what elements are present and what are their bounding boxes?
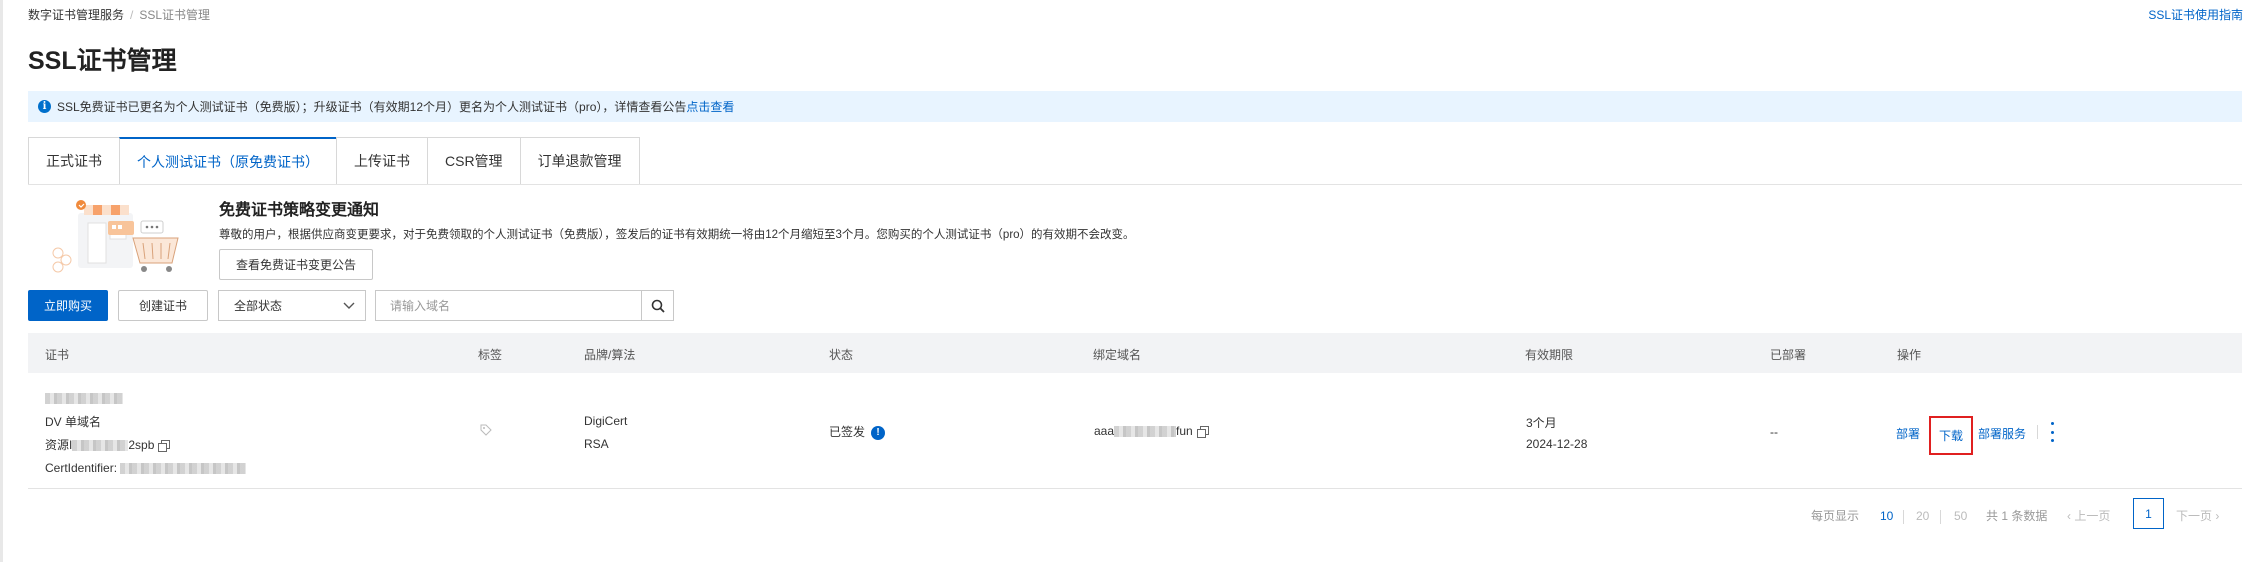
search-icon bbox=[651, 299, 665, 313]
chevron-down-icon bbox=[343, 302, 355, 309]
search-button[interactable] bbox=[641, 290, 674, 321]
page-title: SSL证书管理 bbox=[28, 47, 177, 75]
table-row-divider bbox=[28, 488, 2242, 489]
info-icon: i bbox=[38, 100, 51, 113]
deployed-count: -- bbox=[1770, 425, 1778, 439]
status-filter-value: 全部状态 bbox=[234, 299, 283, 313]
breadcrumb-parent[interactable]: 数字证书管理服务 bbox=[28, 8, 124, 22]
tab-formal-cert[interactable]: 正式证书 bbox=[28, 137, 119, 185]
expiry-date: 2024-12-28 bbox=[1526, 437, 1588, 451]
page-size-separator bbox=[1940, 510, 1941, 524]
cert-algorithm: RSA bbox=[584, 437, 609, 451]
column-header-status: 状态 bbox=[829, 348, 854, 362]
tab-upload-cert[interactable]: 上传证书 bbox=[336, 137, 427, 185]
create-cert-button[interactable]: 创建证书 bbox=[118, 290, 208, 321]
view-announcement-button[interactable]: 查看免费证书变更公告 bbox=[219, 249, 373, 280]
column-header-tag: 标签 bbox=[478, 348, 503, 362]
promo-description: 尊敬的用户，根据供应商变更要求，对于免费领取的个人测试证书（免费版），签发后的证… bbox=[219, 229, 1135, 241]
breadcrumb-current: SSL证书管理 bbox=[139, 8, 211, 22]
copy-domain-icon[interactable] bbox=[1196, 426, 1209, 439]
tab-personal-test-cert[interactable]: 个人测试证书（原免费证书） bbox=[119, 137, 336, 185]
breadcrumb-separator: / bbox=[130, 8, 134, 22]
download-link[interactable]: 下载 bbox=[1929, 416, 1973, 455]
cert-name-redacted bbox=[45, 393, 123, 404]
tab-bar: 正式证书 个人测试证书（原免费证书） 上传证书 CSR管理 订单退款管理 bbox=[28, 137, 640, 185]
prev-page-button[interactable]: ‹ 上一页 bbox=[2067, 507, 2110, 524]
column-header-actions: 操作 bbox=[1897, 348, 1922, 362]
chevron-right-icon: › bbox=[2215, 509, 2220, 523]
cert-brand: DigiCert bbox=[584, 414, 628, 428]
more-actions-icon[interactable] bbox=[2049, 422, 2055, 442]
status-info-icon[interactable]: ! bbox=[871, 425, 886, 440]
cert-resource-id: 资源I 2spb bbox=[45, 436, 171, 453]
action-separator bbox=[2037, 425, 2038, 439]
current-page-button[interactable]: 1 bbox=[2133, 498, 2164, 529]
page-size-separator bbox=[1903, 510, 1904, 524]
tag-icon[interactable] bbox=[480, 424, 492, 436]
column-header-domain: 绑定域名 bbox=[1093, 348, 1142, 362]
status-filter-select[interactable]: 全部状态 bbox=[218, 290, 366, 321]
per-page-label: 每页显示 bbox=[1811, 509, 1860, 523]
page-size-50[interactable]: 50 bbox=[1954, 509, 1967, 523]
copy-icon[interactable] bbox=[158, 440, 171, 453]
chevron-left-icon: ‹ bbox=[2067, 509, 2071, 523]
cert-type: DV 单域名 bbox=[45, 415, 102, 429]
deploy-service-link[interactable]: 部署服务 bbox=[1978, 425, 2026, 442]
notice-link[interactable]: 点击查看 bbox=[686, 98, 734, 115]
column-header-cert: 证书 bbox=[45, 348, 70, 362]
notice-banner: i SSL免费证书已更名为个人测试证书（免费版）；升级证书（有效期12个月）更名… bbox=[28, 91, 2242, 122]
store-illustration bbox=[52, 200, 179, 273]
bound-domain: aaa fun bbox=[1094, 424, 1209, 439]
help-guide-link[interactable]: SSL证书使用指南 bbox=[2148, 6, 2243, 23]
column-header-brand: 品牌/算法 bbox=[584, 348, 636, 362]
buy-now-button[interactable]: 立即购买 bbox=[28, 290, 108, 321]
validity-period: 3个月 bbox=[1526, 416, 1557, 430]
table-header: 证书 标签 品牌/算法 状态 绑定域名 有效期限 已部署 操作 bbox=[28, 333, 2242, 373]
page-left-rule bbox=[0, 0, 3, 562]
next-page-button[interactable]: 下一页 › bbox=[2176, 507, 2219, 524]
column-header-deployed: 已部署 bbox=[1770, 348, 1807, 362]
breadcrumb: 数字证书管理服务 / SSL证书管理 bbox=[28, 6, 210, 23]
total-count: 共 1 条数据 bbox=[1986, 509, 2048, 523]
page-size-10[interactable]: 10 bbox=[1880, 509, 1893, 523]
tab-refund-management[interactable]: 订单退款管理 bbox=[519, 137, 640, 185]
tab-csr-management[interactable]: CSR管理 bbox=[427, 137, 520, 185]
domain-search-input[interactable] bbox=[375, 290, 642, 321]
deploy-link[interactable]: 部署 bbox=[1896, 425, 1920, 442]
column-header-validity: 有效期限 bbox=[1525, 348, 1574, 362]
cert-status: 已签发! bbox=[829, 423, 886, 440]
cert-identifier: CertIdentifier: bbox=[45, 461, 247, 475]
promo-title: 免费证书策略变更通知 bbox=[219, 202, 380, 219]
notice-text: SSL免费证书已更名为个人测试证书（免费版）；升级证书（有效期12个月）更名为个… bbox=[57, 100, 687, 114]
page-size-20[interactable]: 20 bbox=[1916, 509, 1929, 523]
tabs-divider bbox=[28, 184, 2242, 185]
